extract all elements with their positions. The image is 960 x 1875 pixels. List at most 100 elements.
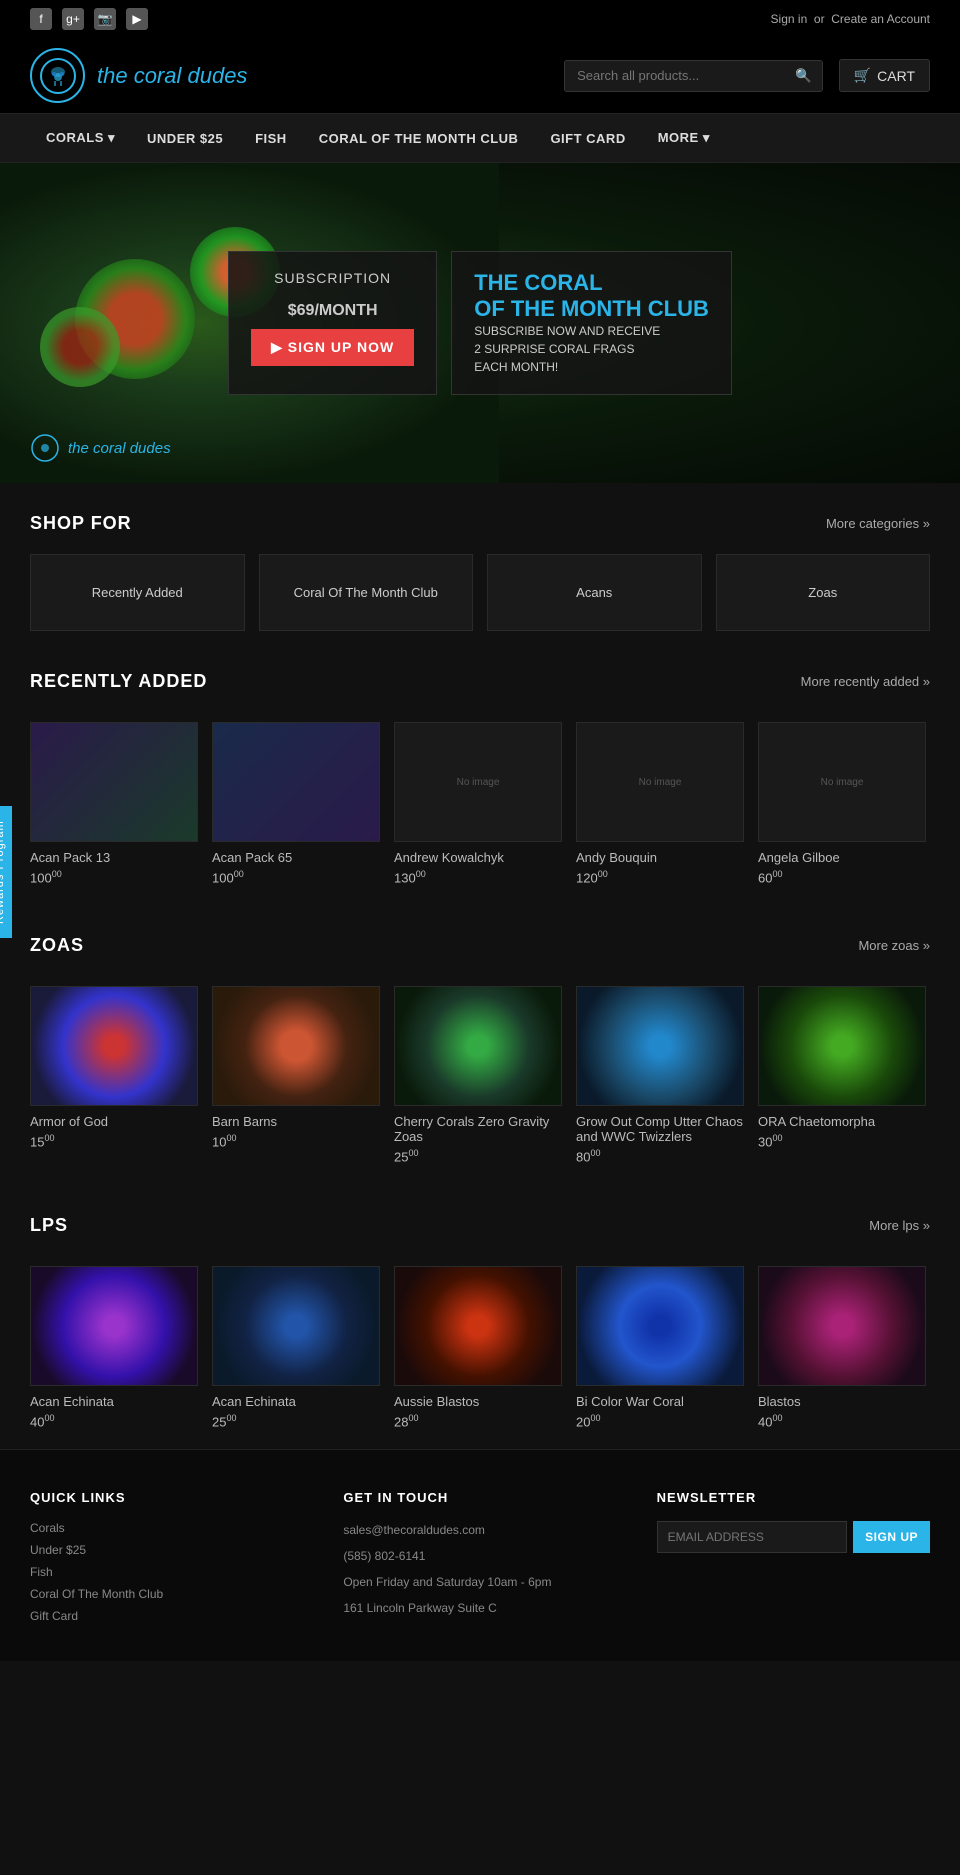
product-acan-pack65[interactable]: Acan Pack 65 10000 [212, 722, 380, 885]
recently-added-more[interactable]: More recently added » [801, 674, 930, 689]
zoas-grid: Armor of God 1500 Barn Barns 1000 Cherry… [0, 986, 960, 1184]
lps-more[interactable]: More lps » [869, 1218, 930, 1233]
product-aussie-blastos[interactable]: Aussie Blastos 2800 [394, 1266, 562, 1429]
product-price: 4000 [30, 1413, 198, 1429]
product-bicolor-war[interactable]: Bi Color War Coral 2000 [576, 1266, 744, 1429]
footer-quick-links-title: QUICK LINKS [30, 1490, 303, 1505]
footer-contact-title: GET IN TOUCH [343, 1490, 616, 1505]
product-price: 1000 [212, 1133, 380, 1149]
nav-gift-card[interactable]: GIFT CARD [534, 115, 641, 162]
product-price: 2000 [576, 1413, 744, 1429]
hero-logo: the coral dudes [30, 433, 171, 463]
create-account-link[interactable]: Create an Account [831, 12, 930, 26]
footer-link-coral-month[interactable]: Coral Of The Month Club [30, 1587, 303, 1601]
product-andrew[interactable]: No image Andrew Kowalchyk 13000 [394, 722, 562, 885]
product-grow-out[interactable]: Grow Out Comp Utter Chaos and WWC Twizzl… [576, 986, 744, 1164]
product-price: 10000 [212, 869, 380, 885]
footer-link-fish[interactable]: Fish [30, 1565, 303, 1579]
newsletter-signup-button[interactable]: SIGN UP [853, 1521, 930, 1553]
product-name: Angela Gilboe [758, 850, 926, 865]
footer-link-under25[interactable]: Under $25 [30, 1543, 303, 1557]
category-zoas[interactable]: Zoas [716, 554, 931, 631]
instagram-icon[interactable]: 📷 [94, 8, 116, 30]
recently-added-header: RECENTLY ADDED More recently added » [30, 671, 930, 692]
nav-fish[interactable]: FISH [239, 115, 303, 162]
product-price: 2500 [394, 1148, 562, 1164]
cart-button[interactable]: 🛒 CART [839, 59, 930, 92]
shop-for-title: SHOP FOR [30, 513, 132, 534]
category-acans[interactable]: Acans [487, 554, 702, 631]
zoas-more[interactable]: More zoas » [858, 938, 930, 953]
product-name: Cherry Corals Zero Gravity Zoas [394, 1114, 562, 1144]
product-acan-pack13[interactable]: Acan Pack 13 10000 [30, 722, 198, 885]
product-image [394, 1266, 562, 1386]
product-angela[interactable]: No image Angela Gilboe 6000 [758, 722, 926, 885]
cart-label: CART [877, 68, 915, 84]
product-name: Barn Barns [212, 1114, 380, 1129]
facebook-icon[interactable]: f [30, 8, 52, 30]
header: the coral dudes 🔍 🛒 CART [0, 38, 960, 114]
footer-phone: (585) 802-6141 [343, 1547, 616, 1565]
no-image-label: No image [457, 777, 500, 788]
footer-link-gift-card[interactable]: Gift Card [30, 1609, 303, 1623]
product-name: Acan Pack 13 [30, 850, 198, 865]
product-barn-barns[interactable]: Barn Barns 1000 [212, 986, 380, 1164]
googleplus-icon[interactable]: g+ [62, 8, 84, 30]
hero-description: SUBSCRIBE NOW AND RECEIVE2 SURPRISE CORA… [474, 322, 709, 376]
product-name: Acan Echinata [30, 1394, 198, 1409]
sign-in-link[interactable]: Sign in [771, 12, 808, 26]
recently-added-title: RECENTLY ADDED [30, 671, 207, 692]
product-andy[interactable]: No image Andy Bouquin 12000 [576, 722, 744, 885]
no-image-label: No image [639, 777, 682, 788]
product-name: Armor of God [30, 1114, 198, 1129]
product-name: Aussie Blastos [394, 1394, 562, 1409]
product-name: Grow Out Comp Utter Chaos and WWC Twizzl… [576, 1114, 744, 1144]
product-image [758, 1266, 926, 1386]
product-image [30, 722, 198, 842]
product-acan-enc2[interactable]: Acan Echinata 2500 [212, 1266, 380, 1429]
header-right: 🔍 🛒 CART [564, 59, 930, 92]
product-image [576, 1266, 744, 1386]
product-image: No image [394, 722, 562, 842]
product-armor-of-god[interactable]: Armor of God 1500 [30, 986, 198, 1164]
nav-coral-month-club[interactable]: CORAL OF THE MONTH CLUB [303, 115, 535, 162]
newsletter-form: SIGN UP [657, 1521, 930, 1553]
newsletter-email-input[interactable] [657, 1521, 847, 1553]
category-recently-added[interactable]: Recently Added [30, 554, 245, 631]
hero-subscription-box: SUBSCRIPTION $69/MONTH ▶ SIGN UP NOW [228, 251, 437, 396]
product-name: Andy Bouquin [576, 850, 744, 865]
product-image: No image [758, 722, 926, 842]
recently-added-section: RECENTLY ADDED More recently added » [0, 641, 960, 722]
zoas-title: ZOAS [30, 935, 84, 956]
nav-corals[interactable]: CORALS ▾ [30, 114, 131, 162]
social-icons: f g+ 📷 ▶ [30, 8, 148, 30]
shop-for-more[interactable]: More categories » [826, 516, 930, 531]
product-name: Blastos [758, 1394, 926, 1409]
product-acan-enc1[interactable]: Acan Echinata 4000 [30, 1266, 198, 1429]
lps-section: LPS More lps » [0, 1185, 960, 1266]
hero-title-box: THE CORAL OF THE MONTH CLUB SUBSCRIBE NO… [451, 251, 732, 396]
search-button[interactable]: 🔍 [785, 61, 822, 91]
product-price: 6000 [758, 869, 926, 885]
product-ora-chaeto[interactable]: ORA Chaetomorpha 3000 [758, 986, 926, 1164]
recently-added-grid: Acan Pack 13 10000 Acan Pack 65 10000 No… [0, 722, 960, 905]
category-coral-month[interactable]: Coral Of The Month Club [259, 554, 474, 631]
category-cards: Recently Added Coral Of The Month Club A… [30, 554, 930, 631]
top-bar: f g+ 📷 ▶ Sign in or Create an Account [0, 0, 960, 38]
footer-newsletter: NEWSLETTER SIGN UP [657, 1490, 930, 1631]
rewards-tab[interactable]: Rewards Program [0, 806, 12, 938]
youtube-icon[interactable]: ▶ [126, 8, 148, 30]
hero-signup-button[interactable]: ▶ SIGN UP NOW [251, 329, 414, 366]
product-image: No image [576, 722, 744, 842]
product-name: Andrew Kowalchyk [394, 850, 562, 865]
no-image-label: No image [821, 777, 864, 788]
footer: QUICK LINKS Corals Under $25 Fish Coral … [0, 1449, 960, 1661]
nav-under25[interactable]: UNDER $25 [131, 115, 239, 162]
footer-address: 161 Lincoln Parkway Suite C [343, 1599, 616, 1617]
nav-more[interactable]: MORE ▾ [642, 114, 726, 162]
product-cherry-corals[interactable]: Cherry Corals Zero Gravity Zoas 2500 [394, 986, 562, 1164]
search-input[interactable] [565, 61, 785, 90]
footer-contact: GET IN TOUCH sales@thecoraldudes.com (58… [343, 1490, 616, 1631]
product-blastos[interactable]: Blastos 4000 [758, 1266, 926, 1429]
footer-link-corals[interactable]: Corals [30, 1521, 303, 1535]
